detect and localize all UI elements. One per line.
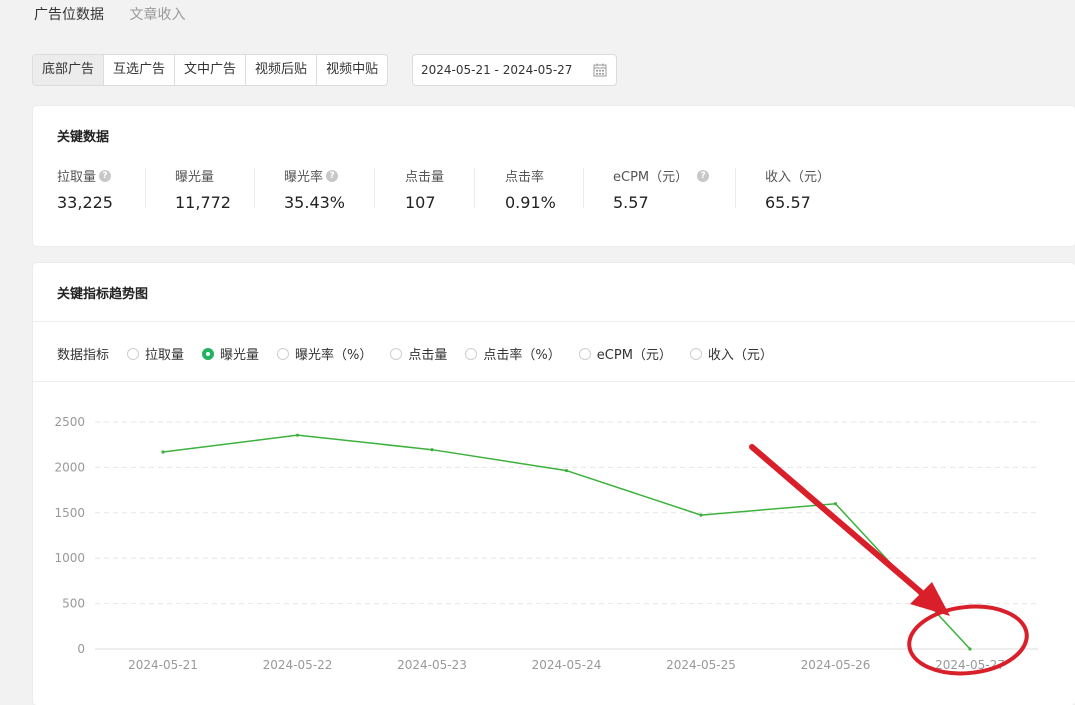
help-icon[interactable]: ?: [99, 169, 112, 182]
radio-circle[interactable]: [689, 347, 702, 360]
radio-label: 点击量: [408, 348, 448, 363]
radio-circle[interactable]: [202, 347, 215, 360]
date-range-picker[interactable]: 2024-05-21 - 2024-05-27: [412, 54, 617, 86]
metric-pull-count: 拉取量? 33,225: [57, 166, 113, 212]
metric-label: 收入（元）: [765, 170, 831, 185]
key-data-card: 关键数据 拉取量? 33,225 曝光量 11,772 曝光率? 35.43% …: [33, 106, 1075, 246]
date-range-value: 2024-05-21 - 2024-05-27: [421, 63, 573, 77]
metric-exposure-rate: 曝光率? 35.43%: [284, 166, 345, 212]
key-data-title: 关键数据: [57, 130, 110, 145]
metric-value: 107: [405, 193, 436, 212]
metric-label: 拉取量: [57, 170, 97, 185]
radio-circle[interactable]: [390, 347, 403, 360]
divider: [474, 168, 475, 208]
radio-circle[interactable]: [277, 347, 290, 360]
metric-value: 33,225: [57, 193, 113, 212]
radio-exposure[interactable]: 曝光量: [202, 344, 259, 363]
metric-clicks: 点击量 107: [405, 166, 444, 212]
help-icon[interactable]: ?: [697, 169, 710, 182]
ad-type-selector: 底部广告 互选广告 文中广告 视频后贴 视频中贴: [32, 54, 389, 86]
radio-circle[interactable]: [465, 347, 478, 360]
metric-label: eCPM（元）: [613, 170, 689, 185]
metric-label: 点击量: [405, 170, 445, 185]
radio-click-rate[interactable]: 点击率（%）: [465, 344, 561, 363]
radio-pull-count[interactable]: 拉取量: [127, 344, 184, 363]
metric-value: 11,772: [175, 193, 231, 212]
radio-label: eCPM（元）: [596, 348, 672, 363]
metric-value: 35.43%: [284, 193, 346, 212]
radio-circle[interactable]: [578, 347, 591, 360]
top-tabs: 广告位数据 文章收入: [34, 4, 206, 24]
divider: [374, 168, 375, 208]
trend-title: 关键指标趋势图: [57, 287, 149, 302]
radio-ecpm[interactable]: eCPM（元）: [578, 344, 672, 363]
metric-label: 点击率: [505, 170, 545, 185]
ad-type-inline-button[interactable]: 文中广告: [175, 55, 247, 85]
tab-article-income[interactable]: 文章收入: [129, 4, 185, 24]
ad-type-mutual-button[interactable]: 互选广告: [104, 55, 176, 85]
tab-ad-slot-data[interactable]: 广告位数据: [34, 4, 104, 24]
divider: [33, 381, 1075, 382]
radio-label: 曝光量: [220, 348, 260, 363]
metric-income: 收入（元） 65.57: [765, 166, 830, 212]
divider: [735, 168, 736, 208]
radio-income[interactable]: 收入（元）: [689, 344, 773, 363]
radio-label: 拉取量: [145, 348, 185, 363]
metric-ecpm: eCPM（元）? 5.57: [613, 166, 710, 212]
radio-label: 收入（元）: [707, 348, 773, 363]
metric-radio-group: 数据指标 拉取量 曝光量 曝光率（%） 点击量 点击率（%） eCPM（元） 收…: [57, 344, 791, 363]
metric-exposure: 曝光量 11,772: [175, 166, 231, 212]
divider: [583, 168, 584, 208]
radio-circle[interactable]: [127, 347, 140, 360]
ad-type-bottom-button[interactable]: 底部广告: [33, 55, 105, 85]
radio-clicks[interactable]: 点击量: [390, 344, 447, 363]
divider: [33, 321, 1075, 322]
metric-label: 曝光量: [175, 170, 215, 185]
trend-card: 关键指标趋势图 数据指标 拉取量 曝光量 曝光率（%） 点击量 点击率（%） e…: [33, 263, 1075, 705]
metric-click-rate: 点击率 0.91%: [505, 166, 556, 212]
divider: [254, 168, 255, 208]
ad-type-mid-video-button[interactable]: 视频中贴: [317, 55, 387, 85]
data-metric-label: 数据指标: [57, 348, 110, 363]
ad-type-post-video-button[interactable]: 视频后贴: [246, 55, 318, 85]
radio-label: 点击率（%）: [483, 348, 561, 363]
metric-value: 65.57: [765, 193, 811, 212]
metric-value: 5.57: [613, 193, 649, 212]
radio-exposure-rate[interactable]: 曝光率（%）: [277, 344, 372, 363]
metric-label: 曝光率: [284, 170, 324, 185]
radio-label: 曝光率（%）: [295, 348, 373, 363]
metric-value: 0.91%: [505, 193, 556, 212]
divider: [145, 168, 146, 208]
help-icon[interactable]: ?: [326, 169, 339, 182]
calendar-icon: [593, 63, 607, 77]
